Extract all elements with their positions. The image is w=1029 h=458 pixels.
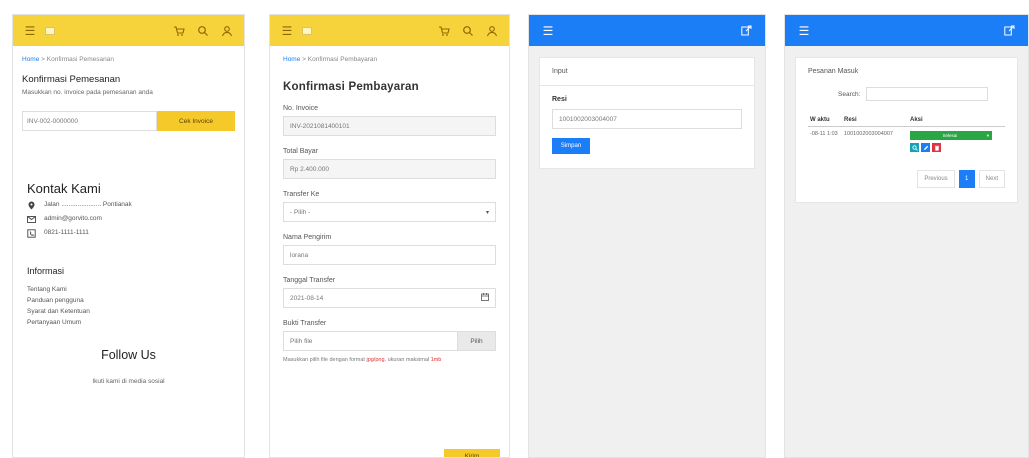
breadcrumb-home-link[interactable]: Home [283,56,300,63]
breadcrumb: Home > Konfirmasi Pembayaran [283,56,378,63]
page-description: Masukkan no. invoice pada pemesanan anda [22,89,153,96]
table-search: Search: [838,87,1005,101]
admin-input-resi-screen: ☰ Input Resi 1001002003004007 Simpan [528,14,766,458]
info-links: Tentang Kami Panduan pengguna Syarat dan… [22,286,235,326]
breadcrumb: Home > Konfirmasi Pemesanan [22,56,114,63]
transfer-to-select[interactable]: - Pilih - ▾ [283,202,496,222]
follow-subtitle: Ikuti kami di media sosial [92,378,165,385]
cell-waktu: -08-11 1:03 [810,131,838,137]
invoice-check-form: INV-002-0000000 Cek Invoice [22,111,235,131]
page-1-button[interactable]: 1 [958,170,975,188]
contact-address: Jalan ...................... Pontianak [27,201,235,210]
cart-icon[interactable] [172,24,186,38]
breadcrumb-current: Konfirmasi Pembayaran [307,56,378,63]
next-page-button[interactable]: Next [978,170,1005,188]
hamburger-menu-icon[interactable]: ☰ [23,24,37,38]
status-dropdown[interactable]: Selesai ▾ [910,131,992,140]
info-link[interactable]: Syarat dan Ketentuan [27,308,235,315]
contact-heading: Kontak Kami [27,181,101,196]
invoice-input[interactable]: INV-002-0000000 [22,111,157,131]
breadcrumb-current: Konfirmasi Pemesanan [46,56,114,63]
logo[interactable] [302,26,312,35]
sender-name-input[interactable]: lorana [283,245,496,265]
upload-hint: Masukkan pilih file dengan format jpg/pn… [283,357,442,363]
search-icon[interactable] [196,24,210,38]
invoice-number-label: No. Invoice [283,105,319,112]
save-button[interactable]: Simpan [552,138,590,154]
total-paid-field: Rp 2.400.000 [283,159,496,179]
location-pin-icon [27,201,36,210]
mail-icon [27,215,36,224]
phone-icon [27,229,36,238]
transfer-date-label: Tanggal Transfer [283,277,336,284]
admin-topbar: ☰ [785,15,1028,46]
invoice-number-field: INV-2021081400101 [283,116,496,136]
proof-file-input[interactable]: Pilih file Pilih [283,331,496,351]
hamburger-menu-icon[interactable]: ☰ [797,24,811,38]
card-title: Pesanan Masuk [808,68,859,75]
admin-incoming-orders-screen: ☰ Pesanan Masuk Search: W aktu Resi Aksi [784,14,1029,458]
calendar-icon[interactable] [481,293,489,303]
sender-name-label: Nama Pengirim [283,234,332,241]
orders-table: W aktu Resi Aksi -08-11 1:03 10010020030… [808,115,1005,156]
cell-resi: 1001002003004007 [844,131,893,137]
check-invoice-button[interactable]: Cek Invoice [157,111,235,131]
column-header-aksi[interactable]: Aksi [908,115,1005,127]
follow-heading: Follow Us [101,348,156,362]
view-icon[interactable] [910,143,919,152]
proof-file-name[interactable]: Pilih file [283,331,458,351]
cart-icon[interactable] [437,24,451,38]
confirm-payment-screen: ☰ Home > Konfirmasi Pembayaran Konfirmas… [269,14,510,458]
info-link[interactable]: Tentang Kami [27,286,235,293]
submit-button[interactable]: Kirim [444,449,500,457]
info-heading: Informasi [27,266,65,276]
total-paid-label: Total Bayar [283,148,319,155]
input-card: Input Resi 1001002003004007 Simpan [539,57,755,169]
search-input[interactable] [866,87,989,101]
hamburger-menu-icon[interactable]: ☰ [541,24,555,38]
table-header-row: W aktu Resi Aksi [808,115,1005,127]
column-header-resi[interactable]: Resi [842,115,908,127]
transfer-date-input[interactable]: 2021-08-14 [283,288,496,308]
previous-page-button[interactable]: Previous [917,170,955,188]
cell-aksi: Selesai ▾ [908,127,1005,157]
admin-topbar: ☰ [529,15,765,46]
resi-label: Resi [552,96,567,103]
search-label: Search: [838,90,861,98]
user-icon[interactable] [485,24,499,38]
logo[interactable] [45,26,55,35]
hamburger-menu-icon[interactable]: ☰ [280,24,294,38]
contact-phone: 0821-1111-1111 [27,229,235,238]
logout-icon[interactable] [739,24,753,38]
edit-icon[interactable] [921,143,930,152]
breadcrumb-home-link[interactable]: Home [22,56,39,63]
transfer-to-label: Transfer Ke [283,191,320,198]
top-navbar: ☰ [270,15,509,46]
user-icon[interactable] [220,24,234,38]
info-link[interactable]: Panduan pengguna [27,297,235,304]
page-title: Konfirmasi Pembayaran [283,81,419,93]
card-title: Input [540,58,754,86]
table-row: -08-11 1:03 1001002003004007 Selesai ▾ [808,127,1005,157]
resi-input[interactable]: 1001002003004007 [552,109,742,129]
browse-button[interactable]: Pilih [458,331,496,351]
info-link[interactable]: Pertanyaan Umum [27,319,235,326]
top-navbar: ☰ [13,15,244,46]
column-header-waktu[interactable]: W aktu [808,115,842,127]
pagination: Previous 1 Next [808,170,1005,188]
search-icon[interactable] [461,24,475,38]
contact-email: admin@gorvito.com [27,215,235,224]
chevron-down-icon: ▾ [986,133,989,138]
page-title: Konfirmasi Pemesanan [22,74,121,85]
delete-icon[interactable] [932,143,941,152]
logout-icon[interactable] [1002,24,1016,38]
confirm-order-screen: ☰ Home > Konfirmasi Pemesanan Konfirmasi… [12,14,245,458]
proof-label: Bukti Transfer [283,320,327,327]
orders-card: Pesanan Masuk Search: W aktu Resi Aksi -… [795,57,1018,203]
chevron-down-icon: ▾ [485,209,489,216]
